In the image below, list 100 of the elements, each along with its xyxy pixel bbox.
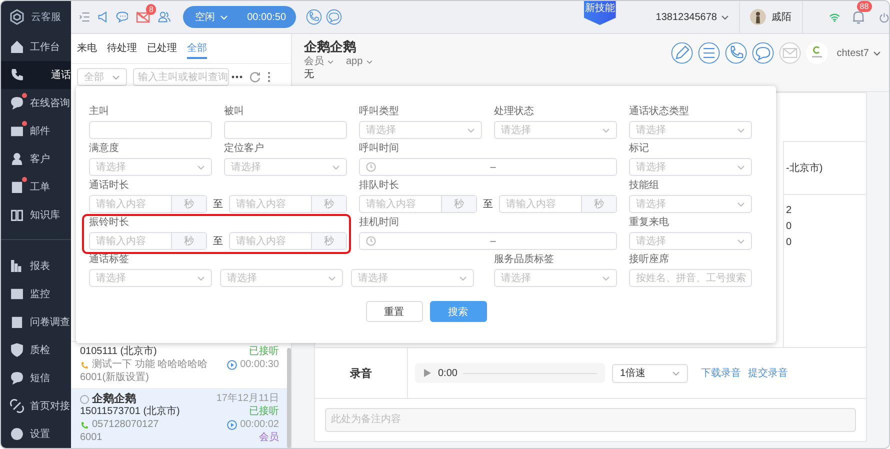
chevron-down-icon <box>602 276 610 280</box>
new-feature-ribbon[interactable]: 新技能 <box>584 1 616 25</box>
range-separator: – <box>489 236 497 246</box>
home-icon <box>10 40 24 54</box>
input-field[interactable]: 请输入内容 秒 <box>229 195 347 213</box>
input-field[interactable] <box>89 121 212 139</box>
call-date: 17年12月11日 <box>216 393 279 405</box>
clock-icon <box>366 236 376 246</box>
sidebar-item[interactable]: 工作台 <box>1 33 71 61</box>
field-label: 被叫 <box>224 106 245 118</box>
person-icon <box>10 152 24 166</box>
chevron-down-icon <box>602 128 610 132</box>
contact-name: 企鹅企鹅 <box>304 39 357 55</box>
notification-badge: 8 <box>146 4 156 15</box>
sidebar-item[interactable]: 在线咨询 <box>1 89 71 117</box>
customer-tag: 会员 <box>259 432 279 444</box>
list-icon[interactable] <box>698 42 720 64</box>
sidebar-item[interactable]: 首页对接 <box>1 392 71 420</box>
chevron-down-icon <box>672 370 680 376</box>
wifi-icon <box>828 12 840 22</box>
account-dropdown[interactable]: chtest7 <box>836 48 881 58</box>
play-icon[interactable] <box>227 360 238 370</box>
agent-label: 6001(新版设置) <box>80 372 149 384</box>
power-icon[interactable] <box>878 10 889 24</box>
tag-dropdown[interactable]: 会员 <box>304 56 334 68</box>
bell-icon[interactable] <box>852 10 865 24</box>
input-field[interactable]: 请输入内容 秒 <box>89 232 207 250</box>
tab[interactable]: 已处理 <box>147 41 177 57</box>
audio-player[interactable]: 0:00 <box>415 363 605 383</box>
field-label: 通话时长 <box>89 180 130 192</box>
hexagon-logo-icon <box>9 9 25 25</box>
user-avatar[interactable] <box>750 7 766 27</box>
sidebar-item[interactable]: 邮件 <box>1 117 71 145</box>
refresh-icon[interactable] <box>249 71 261 83</box>
phone-icon <box>10 68 24 82</box>
scrollbar[interactable] <box>287 348 291 448</box>
input-field[interactable]: 请输入内容 秒 <box>89 195 207 213</box>
input-field[interactable]: 请输入内容 秒 <box>499 195 617 213</box>
tag-dropdown[interactable]: app <box>346 56 373 68</box>
speed-dropdown[interactable]: 1倍速 <box>612 364 688 382</box>
play-icon[interactable] <box>227 420 238 430</box>
phone-number: 15011573701 (北京市) <box>80 406 180 418</box>
play-icon[interactable] <box>423 368 432 378</box>
sidebar-item[interactable]: 工单 <box>1 173 71 201</box>
sidebar-item[interactable]: 通话 <box>1 61 71 89</box>
book-icon <box>10 208 24 222</box>
playback-time: 0:00 <box>438 368 458 378</box>
field-label: 接听座席 <box>629 254 670 266</box>
range-separator: 至 <box>213 198 223 211</box>
partial-text: 2 <box>786 205 793 216</box>
menu-icon[interactable] <box>79 11 90 23</box>
date-range-field[interactable]: – <box>359 232 617 250</box>
vertical-dots-icon[interactable] <box>267 71 271 83</box>
phone-number-dropdown[interactable]: 13812345678 <box>656 12 729 22</box>
tab[interactable]: 来电 <box>77 41 97 57</box>
input-field[interactable]: 请输入内容 秒 <box>229 232 347 250</box>
link[interactable]: 下载录音 <box>701 366 741 380</box>
speaker-icon[interactable] <box>98 10 108 24</box>
phone-icon[interactable] <box>306 7 322 27</box>
more-options-icon[interactable] <box>231 75 243 79</box>
sidebar-item[interactable]: 设置 <box>1 420 71 448</box>
recording-label: 录音 <box>315 348 408 398</box>
sidebar-item[interactable]: 知识库 <box>1 201 71 229</box>
input-field[interactable] <box>224 121 347 139</box>
people-icon[interactable] <box>158 10 172 24</box>
field-label: 技能组 <box>629 180 660 192</box>
link[interactable]: 提交录音 <box>748 366 788 380</box>
radio-icon <box>80 394 89 404</box>
sidebar-item[interactable]: 质检 <box>1 336 71 364</box>
call-duration: 00:00:30 <box>240 359 279 371</box>
call-list-item[interactable]: 企鹅企鹅 17年12月11日 15011573701 (北京市) 已接听 057128070127 00:00:02 6001 会员 <box>71 388 291 448</box>
range-separator: 至 <box>483 198 493 211</box>
chat-icon[interactable] <box>116 10 128 24</box>
reset-button[interactable]: 重置 <box>366 301 422 322</box>
search-button[interactable]: 搜索 <box>430 301 486 322</box>
sidebar-item[interactable]: 短信 <box>1 364 71 392</box>
range-separator: 至 <box>213 235 223 248</box>
phone-icon[interactable] <box>724 42 747 64</box>
chevron-down-icon <box>459 276 467 280</box>
input-field[interactable]: 请输入内容 秒 <box>359 195 477 213</box>
mail-off-icon[interactable] <box>136 11 150 23</box>
chevron-down-icon <box>112 74 120 80</box>
call-timer: 00:00:50 <box>247 12 286 22</box>
field-label: 通话状态类型 <box>629 106 690 118</box>
tab[interactable]: 待处理 <box>107 41 137 57</box>
call-duration: 00:00:02 <box>240 419 279 431</box>
sidebar-item[interactable]: 报表 <box>1 252 71 280</box>
sidebar-item[interactable]: 问卷调查 <box>1 308 71 336</box>
sidebar-item[interactable]: 监控 <box>1 280 71 308</box>
field-label: 满意度 <box>89 143 120 155</box>
tab[interactable]: 全部 <box>187 41 207 59</box>
call-status: 已接听 <box>249 406 279 418</box>
pencil-icon[interactable] <box>670 42 693 64</box>
chat-icon[interactable] <box>752 42 774 64</box>
chat-icon[interactable] <box>326 7 342 27</box>
date-range-field[interactable]: – <box>359 158 617 176</box>
status-label: 空闲 <box>195 10 216 24</box>
agent-status-button[interactable]: 空闲 00:00:50 <box>183 6 296 28</box>
sidebar-item[interactable]: 客户 <box>1 145 71 173</box>
bar-chart-icon <box>10 259 24 273</box>
